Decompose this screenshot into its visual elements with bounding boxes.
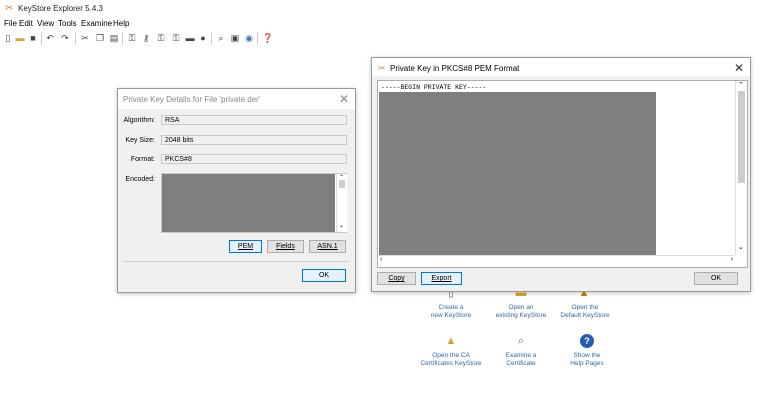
toolbar-separator	[257, 32, 258, 45]
export-button-label: Export	[431, 275, 452, 282]
toolbar: ▯ ▬ ■ ↶ ↷ ✂ ❐ ▤ ⚿ ⚷ ⚿ ⚿ ▬ ● ⌕ ▣ ◉ ❓	[0, 30, 768, 48]
fields-button-label: Fields	[276, 243, 295, 250]
ca-certificates-icon[interactable]: ▲	[444, 334, 458, 348]
pem-format-dialog: ✂ Private Key in PKCS#8 PEM Format ✕ ---…	[371, 57, 751, 292]
quick-action-line: Help Pages	[570, 360, 604, 367]
close-icon[interactable]: ✕	[339, 92, 349, 106]
toolbar-separator	[122, 32, 123, 45]
quick-action-line: Show the	[573, 352, 601, 359]
horizontal-scrollbar[interactable]: ‹ ›	[378, 255, 735, 267]
keystore-explorer-logo-icon: ✂	[378, 63, 386, 73]
key-size-field[interactable]: 2048 bits	[161, 135, 347, 145]
vertical-scrollbar[interactable]: ⌃ ⌄	[735, 81, 747, 255]
dialog-titlebar: Private Key Details for File 'private.de…	[118, 89, 355, 109]
algorithm-field[interactable]: RSA	[161, 115, 347, 125]
encoded-label: Encoded:	[125, 176, 155, 183]
menu-bar: File Edit View Tools Examine Help	[0, 18, 768, 30]
toolbar-separator	[41, 32, 42, 45]
scrollbar-thumb[interactable]	[339, 180, 345, 188]
menu-view[interactable]: View	[37, 19, 54, 28]
cut-icon[interactable]: ✂	[80, 33, 90, 43]
keystore-explorer-logo-icon: ✂	[5, 3, 14, 14]
set-password-icon[interactable]: ▬	[185, 33, 195, 43]
algorithm-label: Algorithm:	[123, 117, 155, 124]
paste-icon[interactable]: ▤	[109, 33, 119, 43]
format-field[interactable]: PKCS#8	[161, 154, 347, 164]
encoded-content	[162, 174, 335, 232]
menu-examine[interactable]: Examine	[81, 19, 112, 28]
undo-icon[interactable]: ↶	[45, 33, 55, 43]
show-help-pages-link[interactable]: Show the Help Pages	[542, 352, 632, 368]
app-titlebar: ✂ KeyStore Explorer 5.4.3	[0, 0, 768, 18]
ok-button[interactable]: OK	[694, 272, 738, 285]
dialog-title: Private Key in PKCS#8 PEM Format	[390, 64, 520, 73]
save-icon[interactable]: ■	[28, 33, 38, 43]
copy-button[interactable]: Copy	[377, 272, 416, 285]
menu-tools[interactable]: Tools	[58, 19, 77, 28]
dialog-title: Private Key Details for File 'private.de…	[123, 95, 261, 104]
menu-edit[interactable]: Edit	[19, 19, 33, 28]
chevron-up-icon[interactable]: ⌃	[738, 81, 744, 89]
dialog-titlebar: ✂ Private Key in PKCS#8 PEM Format ✕	[372, 58, 750, 76]
scrollbar-thumb[interactable]	[738, 91, 745, 183]
divider	[123, 261, 349, 262]
key-size-label: Key Size:	[125, 137, 155, 144]
magnifier-icon[interactable]: ⌕	[514, 334, 528, 348]
menu-file[interactable]: File	[4, 19, 17, 28]
open-default-keystore-link[interactable]: Open the Default KeyStore	[540, 304, 630, 320]
examine-file-icon[interactable]: ⌕	[216, 33, 226, 43]
chevron-down-icon[interactable]: ⌄	[738, 243, 744, 251]
generate-secret-key-icon[interactable]: ⚷	[141, 33, 151, 43]
examine-clipboard-icon[interactable]: ▣	[230, 33, 240, 43]
asn1-button[interactable]: ASN.1	[309, 240, 346, 253]
redo-icon[interactable]: ↷	[60, 33, 70, 43]
examine-ssl-icon[interactable]: ◉	[244, 33, 254, 43]
format-label: Format:	[130, 156, 155, 163]
properties-icon[interactable]: ●	[198, 33, 208, 43]
pem-key-content	[379, 92, 656, 255]
pem-header-line: -----BEGIN PRIVATE KEY-----	[381, 84, 487, 91]
chevron-down-icon[interactable]: ⌄	[339, 222, 344, 229]
pem-button[interactable]: PEM	[229, 240, 262, 253]
copy-icon[interactable]: ❐	[95, 33, 105, 43]
close-icon[interactable]: ✕	[734, 61, 744, 75]
pem-button-label: PEM	[237, 243, 254, 250]
app-title: KeyStore Explorer 5.4.3	[18, 4, 103, 13]
pem-text-area[interactable]: -----BEGIN PRIVATE KEY----- ⌃ ⌄ ‹ ›	[377, 80, 748, 268]
encoded-scrollbar[interactable]: ⌃ ⌄	[336, 174, 347, 232]
help-icon[interactable]: ?	[580, 334, 594, 348]
import-trusted-cert-icon[interactable]: ⚿	[156, 33, 166, 43]
private-key-details-dialog: Private Key Details for File 'private.de…	[117, 88, 356, 293]
open-folder-icon[interactable]: ▬	[15, 33, 25, 43]
toolbar-separator	[75, 32, 76, 45]
quick-action-line: Open the	[571, 304, 599, 311]
chevron-left-icon[interactable]: ‹	[380, 256, 382, 263]
chevron-right-icon[interactable]: ›	[731, 256, 733, 263]
help-icon[interactable]: ❓	[262, 33, 273, 43]
export-button[interactable]: Export	[421, 272, 462, 285]
copy-button-label: Copy	[388, 275, 405, 282]
toolbar-separator	[211, 32, 212, 45]
menu-help[interactable]: Help	[113, 19, 129, 28]
ok-button[interactable]: OK	[302, 269, 346, 282]
new-keystore-icon[interactable]: ▯	[3, 33, 13, 43]
asn1-button-label: ASN.1	[317, 243, 338, 250]
fields-button[interactable]: Fields	[267, 240, 304, 253]
import-keypair-icon[interactable]: ⚿	[171, 33, 181, 43]
quick-action-line: Default KeyStore	[560, 312, 610, 319]
generate-keypair-icon[interactable]: ⚿	[127, 33, 137, 43]
